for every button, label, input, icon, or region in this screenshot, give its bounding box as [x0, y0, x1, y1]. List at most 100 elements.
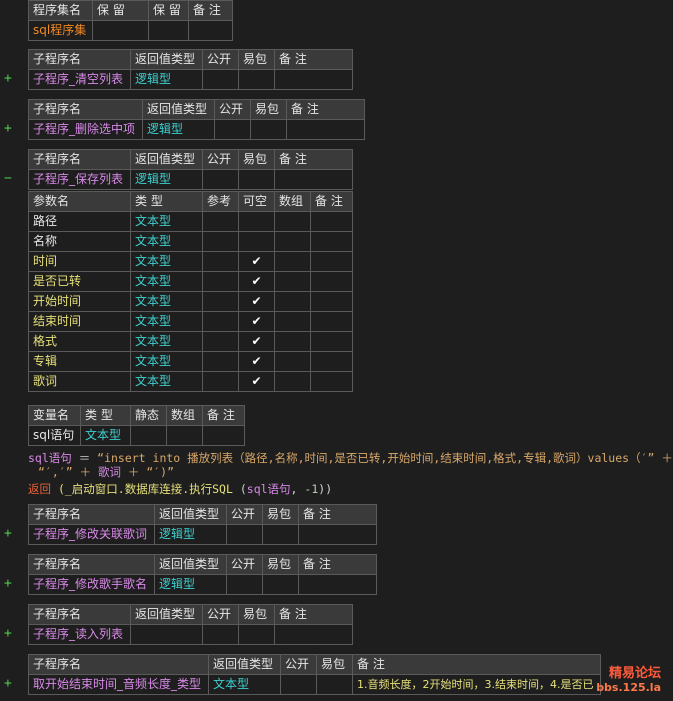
param-type[interactable]: 文本型: [130, 311, 203, 332]
sub-remark[interactable]: [274, 69, 353, 90]
empty-cell[interactable]: [92, 20, 149, 41]
param-ref-cell[interactable]: [202, 231, 239, 252]
sub-name[interactable]: 子程序_修改歌手歌名: [28, 574, 155, 595]
param-name[interactable]: 格式: [28, 331, 131, 352]
param-array-cell[interactable]: [274, 331, 311, 352]
param-remark[interactable]: [310, 251, 353, 272]
sub-remark[interactable]: [286, 119, 365, 140]
empty-cell[interactable]: [238, 69, 275, 90]
sub-return-type[interactable]: 文本型: [208, 674, 281, 695]
param-type[interactable]: 文本型: [130, 231, 203, 252]
expand-toggle[interactable]: +: [4, 676, 12, 691]
param-type[interactable]: 文本型: [130, 331, 203, 352]
empty-cell[interactable]: [280, 674, 317, 695]
param-nullable-check[interactable]: ✔: [238, 271, 275, 292]
param-ref-cell[interactable]: [202, 291, 239, 312]
param-name[interactable]: 路径: [28, 211, 131, 232]
param-type[interactable]: 文本型: [130, 371, 203, 392]
param-remark[interactable]: [310, 231, 353, 252]
expand-toggle[interactable]: +: [4, 626, 12, 641]
empty-cell[interactable]: [262, 574, 299, 595]
param-remark[interactable]: [310, 291, 353, 312]
param-array-cell[interactable]: [274, 271, 311, 292]
expand-toggle[interactable]: +: [4, 526, 12, 541]
empty-cell[interactable]: [238, 624, 275, 645]
param-nullable-check[interactable]: ✔: [238, 311, 275, 332]
param-type[interactable]: 文本型: [130, 291, 203, 312]
code-line[interactable]: 返回 (_启动窗口.数据库连接.执行SQL (sql语句, -1)): [28, 482, 332, 496]
param-type[interactable]: 文本型: [130, 251, 203, 272]
param-remark[interactable]: [310, 271, 353, 292]
sub-remark[interactable]: [298, 574, 377, 595]
empty-cell[interactable]: [202, 425, 245, 446]
empty-cell[interactable]: [214, 119, 251, 140]
sub-return-type[interactable]: [130, 624, 203, 645]
empty-cell[interactable]: [226, 574, 263, 595]
param-type[interactable]: 文本型: [130, 211, 203, 232]
empty-cell[interactable]: [202, 624, 239, 645]
param-ref-cell[interactable]: [202, 331, 239, 352]
param-name[interactable]: 开始时间: [28, 291, 131, 312]
param-ref-cell[interactable]: [202, 311, 239, 332]
param-name[interactable]: 是否已转: [28, 271, 131, 292]
param-array-cell[interactable]: [274, 311, 311, 332]
param-name[interactable]: 专辑: [28, 351, 131, 372]
expand-toggle[interactable]: +: [4, 71, 12, 86]
sub-name[interactable]: 子程序_清空列表: [28, 69, 131, 90]
param-array-cell[interactable]: [274, 371, 311, 392]
param-ref-cell[interactable]: [202, 271, 239, 292]
local-name[interactable]: sql语句: [28, 425, 81, 446]
expand-toggle[interactable]: +: [4, 121, 12, 136]
param-nullable-check[interactable]: ✔: [238, 371, 275, 392]
sub-return-type[interactable]: 逻辑型: [130, 169, 203, 190]
sub-name[interactable]: 子程序_保存列表: [28, 169, 131, 190]
sub-return-type[interactable]: 逻辑型: [154, 524, 227, 545]
param-type[interactable]: 文本型: [130, 351, 203, 372]
local-type[interactable]: 文本型: [80, 425, 131, 446]
empty-cell[interactable]: [202, 169, 239, 190]
param-nullable-check[interactable]: ✔: [238, 291, 275, 312]
param-remark[interactable]: [310, 351, 353, 372]
param-ref-cell[interactable]: [202, 211, 239, 232]
param-remark[interactable]: [310, 331, 353, 352]
empty-cell[interactable]: [250, 119, 287, 140]
param-nullable-check[interactable]: ✔: [238, 331, 275, 352]
param-name[interactable]: 名称: [28, 231, 131, 252]
param-ref-cell[interactable]: [202, 251, 239, 272]
sub-remark[interactable]: [274, 624, 353, 645]
param-type[interactable]: 文本型: [130, 271, 203, 292]
param-remark[interactable]: [310, 211, 353, 232]
sub-remark[interactable]: [298, 524, 377, 545]
sub-name[interactable]: 子程序_删除选中项: [28, 119, 143, 140]
param-name[interactable]: 结束时间: [28, 311, 131, 332]
param-remark[interactable]: [310, 311, 353, 332]
sub-name[interactable]: 子程序_修改关联歌词: [28, 524, 155, 545]
empty-cell[interactable]: [202, 69, 239, 90]
empty-cell[interactable]: [188, 20, 233, 41]
param-name[interactable]: 歌词: [28, 371, 131, 392]
program-set-name[interactable]: sql程序集: [28, 20, 93, 41]
param-nullable-check[interactable]: [238, 231, 275, 252]
sub-return-type[interactable]: 逻辑型: [142, 119, 215, 140]
param-nullable-check[interactable]: [238, 211, 275, 232]
empty-cell[interactable]: [130, 425, 167, 446]
sub-remark[interactable]: 1.音频长度，2开始时间，3.结束时间，4.是否已: [352, 674, 601, 695]
param-array-cell[interactable]: [274, 231, 311, 252]
code-line-continuation[interactable]: “′,′” ＋ 歌词 ＋ “′)”: [38, 465, 174, 479]
param-remark[interactable]: [310, 371, 353, 392]
param-array-cell[interactable]: [274, 211, 311, 232]
empty-cell[interactable]: [238, 169, 275, 190]
empty-cell[interactable]: [166, 425, 203, 446]
param-nullable-check[interactable]: ✔: [238, 351, 275, 372]
empty-cell[interactable]: [316, 674, 353, 695]
param-name[interactable]: 时间: [28, 251, 131, 272]
param-nullable-check[interactable]: ✔: [238, 251, 275, 272]
param-array-cell[interactable]: [274, 251, 311, 272]
sub-return-type[interactable]: 逻辑型: [130, 69, 203, 90]
empty-cell[interactable]: [262, 524, 299, 545]
empty-cell[interactable]: [226, 524, 263, 545]
sub-return-type[interactable]: 逻辑型: [154, 574, 227, 595]
param-array-cell[interactable]: [274, 291, 311, 312]
expand-toggle[interactable]: +: [4, 576, 12, 591]
param-array-cell[interactable]: [274, 351, 311, 372]
